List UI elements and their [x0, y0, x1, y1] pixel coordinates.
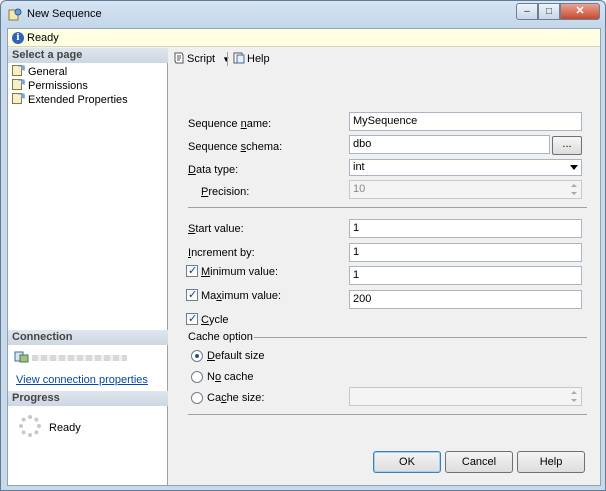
precision-stepper: 10: [349, 180, 582, 199]
view-connection-properties-link[interactable]: View connection properties: [16, 374, 148, 386]
progress-header: Progress: [8, 391, 168, 406]
minimum-value-input[interactable]: 1: [349, 266, 582, 285]
minimum-value-checkbox[interactable]: ✓: [186, 264, 198, 277]
page-item-extended-properties[interactable]: Extended Properties: [12, 93, 128, 107]
sequence-name-input[interactable]: MySequence: [349, 112, 582, 131]
script-icon: [174, 52, 184, 64]
page-item-label: General: [28, 66, 68, 78]
cycle-checkbox[interactable]: ✓: [186, 312, 198, 325]
window-title: New Sequence: [27, 8, 102, 20]
start-value-input[interactable]: 1: [349, 219, 582, 238]
start-value-label: Start value:: [188, 223, 244, 235]
page-icon: [12, 79, 25, 90]
minimize-button[interactable]: –: [516, 3, 538, 20]
connection-server-name: [32, 355, 127, 361]
maximum-value-input[interactable]: 200: [349, 290, 582, 309]
help-button[interactable]: Help: [517, 451, 585, 473]
increment-by-input[interactable]: 1: [349, 243, 582, 262]
checkmark-icon: ✓: [188, 312, 198, 325]
maximize-button[interactable]: □: [538, 3, 560, 20]
cache-size-label: Cache size:: [207, 392, 265, 404]
default-size-label: Default size: [207, 350, 265, 362]
toolbar-separator: [227, 52, 228, 66]
help-icon: [233, 52, 245, 64]
left-pane: Select a page General Permissions Extend…: [8, 48, 168, 485]
cache-option-divider: [254, 337, 587, 338]
maximum-value-checkbox[interactable]: ✓: [186, 288, 198, 301]
section-divider: [188, 207, 587, 208]
title-bar[interactable]: New Sequence – □ ✕: [1, 1, 605, 28]
script-label: Script: [187, 53, 216, 65]
chevron-down-icon: [570, 165, 578, 170]
checkmark-icon: ✓: [188, 264, 198, 277]
cache-option-header: Cache option: [188, 331, 253, 343]
progress-spinner-icon: [19, 415, 41, 437]
status-bar: i Ready: [8, 29, 600, 47]
dialog-client: i Ready Select a page General Permission…: [7, 28, 601, 486]
status-text: Ready: [27, 32, 59, 44]
page-item-label: Extended Properties: [28, 94, 128, 106]
page-item-label: Permissions: [28, 80, 88, 92]
data-type-label: Data type:: [188, 164, 239, 176]
dialog-window: New Sequence – □ ✕ i Ready Select a page…: [0, 0, 606, 491]
dialog-button-bar: OK Cancel Help: [169, 446, 600, 485]
info-icon: i: [12, 32, 24, 44]
browse-schema-button[interactable]: ...: [552, 136, 582, 155]
sequence-schema-input[interactable]: dbo: [349, 135, 550, 154]
cycle-label: Cycle: [201, 314, 229, 326]
maximum-value-label: Maximum value:: [201, 290, 282, 302]
sequence-schema-label: Sequence schema:: [188, 141, 283, 153]
cancel-button[interactable]: Cancel: [445, 451, 513, 473]
checkmark-icon: ✓: [188, 288, 198, 301]
group-bottom-divider: [188, 414, 587, 415]
progress-status-text: Ready: [49, 422, 81, 434]
page-icon: [12, 93, 25, 104]
server-connection-icon: [14, 351, 29, 363]
page-item-general[interactable]: General: [12, 65, 67, 79]
precision-label: Precision:: [201, 186, 250, 198]
ok-button[interactable]: OK: [373, 451, 441, 473]
sequence-name-label: Sequence name:: [188, 118, 272, 130]
help-toolbar-button[interactable]: Help: [233, 52, 270, 65]
minimum-value-label: Minimum value:: [201, 266, 279, 278]
precision-value: 10: [353, 183, 366, 195]
help-toolbar-label: Help: [247, 53, 270, 65]
no-cache-radio[interactable]: [191, 371, 203, 383]
toolbar: Script ▼ Help: [169, 48, 600, 70]
script-button[interactable]: Script ▼: [173, 52, 230, 65]
increment-by-label: Increment by:: [188, 247, 255, 259]
general-page: Script ▼ Help Sequence name: MySequence …: [169, 48, 600, 446]
sequence-icon: [8, 8, 22, 21]
page-item-permissions[interactable]: Permissions: [12, 79, 88, 93]
connection-header: Connection: [8, 330, 168, 345]
cache-size-stepper: [349, 387, 582, 406]
spinner-arrows-icon: [570, 182, 580, 197]
select-page-header: Select a page: [8, 48, 168, 63]
cache-size-radio[interactable]: [191, 392, 203, 404]
no-cache-label: No cache: [207, 371, 254, 383]
data-type-value: int: [353, 161, 365, 173]
spinner-arrows-icon: [570, 389, 580, 404]
close-button[interactable]: ✕: [560, 3, 600, 20]
data-type-select[interactable]: int: [349, 159, 582, 176]
page-icon: [12, 65, 25, 76]
default-size-radio[interactable]: [191, 350, 203, 362]
